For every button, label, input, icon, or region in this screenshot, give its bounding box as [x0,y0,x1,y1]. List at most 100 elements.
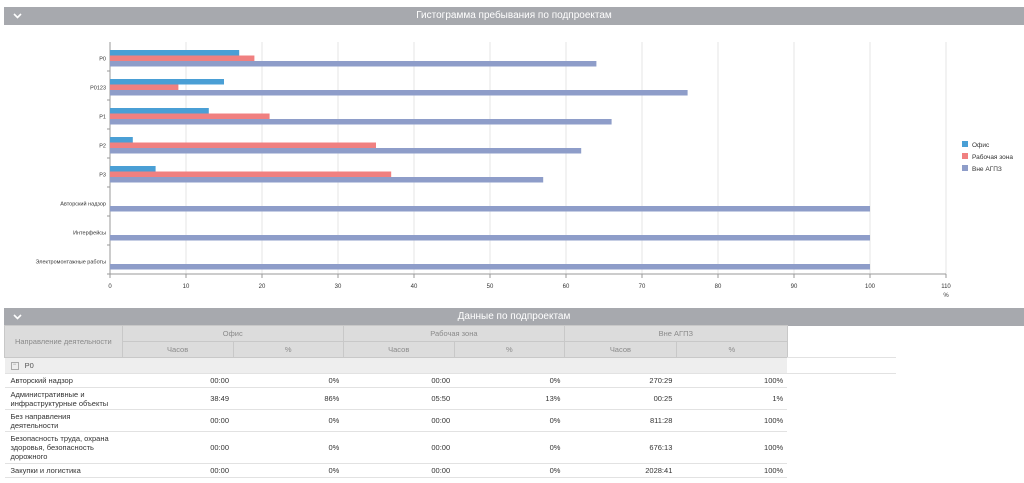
cell-outside-hours: 2028:41 [564,463,677,478]
cell-outside-hours: 811:28 [564,409,677,432]
group-label: P0 [24,360,34,370]
cell-work-hours: 00:00 [343,409,455,432]
x-tick-label: 50 [487,284,494,290]
cell-outside-hours: 00:25 [564,387,677,410]
row-activity-name: Административные и инфраструктурные объе… [4,387,123,410]
cell-work-percent: 0% [454,373,565,388]
x-tick-label: 30 [335,284,342,290]
table-row[interactable]: Административные и инфраструктурные объе… [4,387,1024,410]
table-row[interactable]: Авторский надзор 00:00 0% 00:00 0% 270:29 100% [4,373,1024,388]
cell-office-hours: 00:00 [122,409,234,432]
y-category-label: Интерфейсы [73,229,106,236]
column-header-office-hours[interactable]: Часов [121,341,234,358]
x-tick-label: 0 [108,284,112,290]
cell-office-hours: 00:00 [122,373,234,388]
row-filler [787,374,895,388]
y-category-label: P0123 [90,85,106,91]
column-header-work-hours[interactable]: Часов [342,341,455,358]
x-tick-label: 110 [941,284,951,290]
x-tick-label: 70 [639,284,646,290]
table-row[interactable]: Без направления деятельности 00:00 0% 00:00… [4,409,1024,432]
cell-office-percent: 0% [233,373,344,388]
column-header-outside-hours[interactable]: Часов [563,341,677,358]
bar-work-zone [110,142,376,148]
legend-swatch [962,165,968,171]
bar-work-zone [110,55,255,61]
column-header-outside-percent[interactable]: % [675,341,788,358]
bar-office [110,79,224,85]
x-tick-label: 60 [563,284,570,290]
cell-work-percent: 0% [454,431,565,464]
x-tick-label: 100 [865,284,876,290]
table-row[interactable]: Безопасность труда, охрана здоровья, без… [4,431,1024,464]
legend-swatch [962,153,968,159]
y-category-label: Электромонтажные работы [36,259,107,265]
group-row-p0[interactable]: − P0 [4,357,1024,374]
subprojects-table: Направление деятельности Офис Рабочая зо… [4,325,1024,478]
row-activity-name: Без направления деятельности [4,409,123,432]
y-category-label: P3 [99,172,106,178]
cell-work-percent: 0% [454,409,565,432]
bar-office [110,50,240,56]
chart-area: 0 10 20 30 40 50 60 70 80 90 100 110% P0 P0123 P1 P2 P3 А… [4,26,1024,298]
cell-outside-percent: 100% [676,373,788,388]
bar-outside [110,61,597,67]
bar-office [110,137,133,143]
chart-panel-header[interactable]: Гистограмма пребывания по подпроектам [4,7,1024,25]
bar-work-zone [110,171,392,177]
bar-office [110,166,156,172]
x-tick-label: 20 [259,284,266,290]
bar-outside [110,119,612,125]
table-row[interactable]: Закупки и логистика 00:00 0% 00:00 0% 2028:41… [4,463,1024,478]
cell-outside-hours: 676:13 [564,431,677,464]
column-header-office[interactable]: Офис [121,325,344,342]
row-activity-name: Авторский надзор [4,373,123,388]
cell-outside-percent: 100% [676,409,788,432]
row-activity-name: Безопасность труда, охрана здоровья, без… [4,431,123,464]
row-filler [787,388,895,410]
table-panel-title: Данные по подпроектам [457,311,571,322]
column-header-office-percent[interactable]: % [232,341,344,358]
table-panel-header[interactable]: Данные по подпроектам [4,308,1024,326]
x-tick-label: 80 [715,284,722,290]
cell-office-percent: 0% [233,431,344,464]
cell-work-percent: 0% [454,463,565,478]
cell-outside-percent: 100% [676,431,788,464]
y-category-label: P1 [99,114,106,120]
bar-outside [110,177,544,183]
row-filler [787,432,895,464]
cell-outside-hours: 270:29 [564,373,677,388]
row-activity-name: Закупки и логистика [4,463,123,478]
cell-work-hours: 05:50 [343,387,455,410]
bar-outside [110,264,870,270]
bar-chart: 0 10 20 30 40 50 60 70 80 90 100 110% P0 P0123 P1 P2 P3 А… [36,42,1013,298]
bar-outside [110,235,870,241]
x-tick-label: 10 [183,284,190,290]
legend-swatch [962,141,968,147]
header-filler [787,325,896,358]
bar-outside [110,206,870,212]
cell-office-percent: 0% [233,463,344,478]
row-filler [787,410,895,432]
cell-work-hours: 00:00 [343,463,455,478]
x-tick-label: 40 [411,284,418,290]
row-filler [787,464,895,478]
cell-office-hours: 38:49 [122,387,234,410]
bar-office [110,108,209,114]
x-tick-label: 90 [791,284,798,290]
cell-outside-percent: 100% [676,463,788,478]
column-header-work-zone[interactable]: Рабочая зона [342,325,565,342]
y-category-label: P2 [99,143,106,149]
cell-outside-percent: 1% [676,387,788,410]
column-header-outside[interactable]: Вне АГПЗ [563,325,788,342]
group-filler [787,357,896,374]
bar-work-zone [110,84,179,90]
column-header-activity[interactable]: Направление деятельности [4,325,123,358]
cell-office-hours: 00:00 [122,431,234,464]
cell-work-hours: 00:00 [343,373,455,388]
collapse-icon[interactable]: − [10,362,19,370]
legend-label: Офис [972,142,990,149]
column-header-work-percent[interactable]: % [453,341,565,358]
chart-panel-title: Гистограмма пребывания по подпроектам [416,10,612,21]
x-axis-unit: % [943,293,949,298]
